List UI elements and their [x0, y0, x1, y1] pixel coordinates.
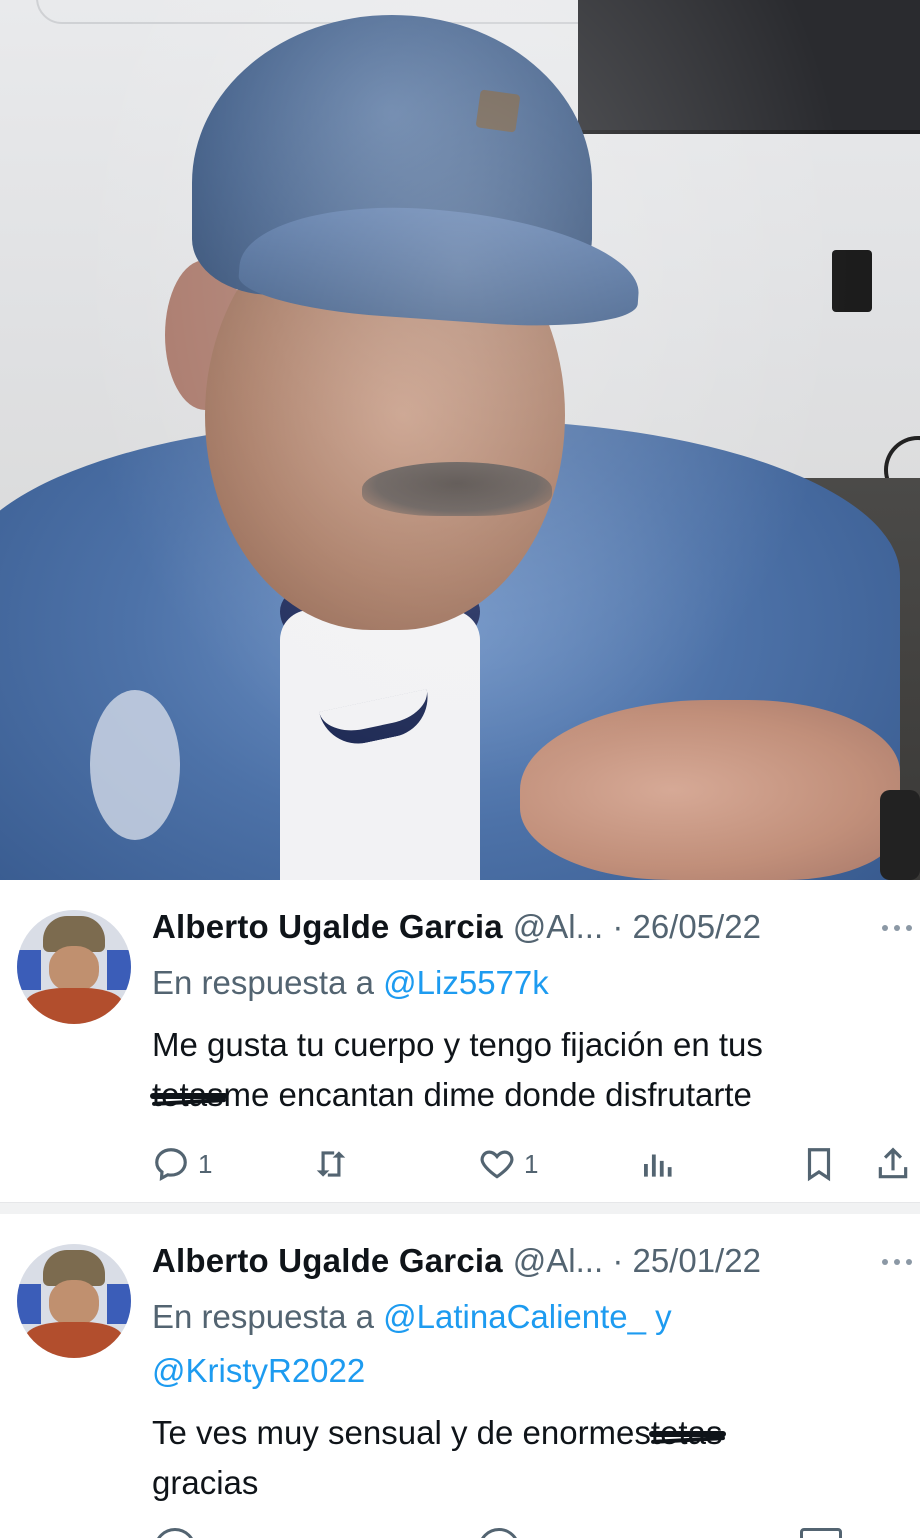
handle-date[interactable]: @Al... · 25/01/22 [513, 1242, 761, 1280]
tweet-text: Te ves muy sensual y de enormes [152, 1414, 651, 1451]
tweet-header: Alberto Ugalde Garcia @Al... · 26/05/22 [152, 908, 761, 946]
lighting-overlay [0, 0, 920, 880]
reply-context: En respuesta a @Liz5577k [152, 964, 549, 1002]
retweet-icon [316, 1151, 346, 1177]
tweet-text-line-1: Te ves muy sensual y de enormestetas [152, 1414, 726, 1452]
more-options-icon[interactable] [882, 1256, 918, 1268]
censored-word: tetas [150, 1076, 228, 1113]
reply-button[interactable]: 1 [152, 1142, 212, 1186]
video-frame[interactable] [0, 0, 920, 880]
tweet-text-line-2: tetasme encantan dime donde disfrutarte [150, 1076, 752, 1114]
more-options-icon[interactable] [882, 922, 918, 934]
tweet-header: Alberto Ugalde Garcia @Al... · 25/01/22 [152, 1242, 761, 1280]
tweet-2-actions-partial [152, 1526, 912, 1538]
tweet-1[interactable]: Alberto Ugalde Garcia @Al... · 26/05/22 … [0, 880, 920, 1202]
reply-context: En respuesta a @LatinaCaliente_ y [152, 1298, 672, 1336]
reply-prefix: En respuesta a [152, 1298, 374, 1335]
reply-count: 1 [198, 1148, 213, 1179]
censored-word: tetas [648, 1414, 726, 1451]
tweet-text-line-2: gracias [152, 1464, 259, 1501]
author-name[interactable]: Alberto Ugalde Garcia [152, 908, 503, 946]
tweet-2[interactable]: Alberto Ugalde Garcia @Al... · 25/01/22 … [0, 1214, 920, 1538]
reply-prefix: En respuesta a [152, 964, 374, 1001]
handle-date[interactable]: @Al... · 26/05/22 [513, 908, 761, 946]
reply-icon [155, 1148, 187, 1182]
tweet-actions: 1 1 [152, 1142, 912, 1186]
analytics-icon [644, 1154, 672, 1177]
avatar[interactable] [17, 1244, 131, 1358]
author-name[interactable]: Alberto Ugalde Garcia [152, 1242, 503, 1280]
like-button[interactable]: 1 [478, 1142, 538, 1186]
reply-handle-2[interactable]: @KristyR2022 [152, 1352, 365, 1390]
heart-icon [480, 1150, 514, 1179]
bookmark-button[interactable] [800, 1142, 838, 1186]
bookmark-icon [807, 1148, 831, 1182]
share-icon [878, 1147, 908, 1179]
tweet-text-line-1: Me gusta tu cuerpo y tengo fijación en t… [152, 1026, 763, 1063]
avatar[interactable] [17, 910, 131, 1024]
like-count: 1 [524, 1148, 539, 1179]
share-button[interactable] [874, 1142, 912, 1186]
views-button[interactable] [638, 1142, 676, 1186]
reply-handle[interactable]: @Liz5577k [383, 964, 549, 1001]
reply-handle[interactable]: @LatinaCaliente_ y [383, 1298, 672, 1335]
retweet-button[interactable] [312, 1142, 350, 1186]
tweet-text-rest: me encantan dime donde disfrutarte [223, 1076, 752, 1113]
